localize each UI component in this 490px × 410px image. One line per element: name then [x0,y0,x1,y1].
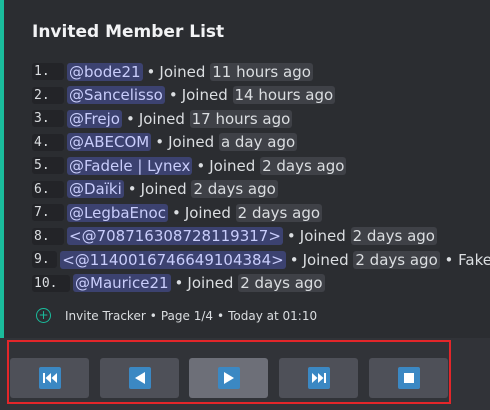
join-timestamp: 2 days ago [350,227,437,246]
separator: • [155,133,165,152]
previous-page-button[interactable] [100,358,179,398]
joined-label: Joined [140,180,187,199]
join-timestamp: a day ago [218,133,298,152]
member-mention[interactable]: @Maurice21 [73,274,171,293]
joined-label: Joined [138,109,185,128]
member-mention[interactable]: @ABECOM [67,133,152,152]
list-item: 5. @Fadele | Lynex • Joined 2 days ago [32,154,490,178]
separator: • [286,227,296,246]
join-timestamp: 2 days ago [353,250,440,269]
next-page-button[interactable] [189,358,268,398]
previous-arrow-icon [128,367,151,389]
separator: • [174,274,184,293]
list-item: 6. @Daïki • Joined 2 days ago [32,178,490,202]
joined-label: Joined [159,62,206,81]
footer-timestamp: Today at 01:10 [228,308,318,323]
list-item: 4. @ABECOM • Joined a day ago [32,131,490,155]
join-timestamp: 2 days ago [191,180,278,199]
invited-member-embed: Invited Member List 1. @bode21 • Joined … [0,0,490,338]
embed-title: Invited Member List [32,22,225,42]
joined-label: Joined [181,86,228,105]
row-number: 1. [32,63,64,81]
plus-circle-icon: + [36,308,51,323]
row-number: 4. [32,133,64,151]
row-number: 8. [32,227,64,245]
member-mention[interactable]: <@1140016746649104384> [60,250,286,269]
join-timestamp: 17 hours ago [189,109,293,128]
footer-page: Page 1/4 [160,308,214,323]
join-timestamp: 11 hours ago [210,62,313,81]
fake-flag: • Fake [444,250,490,269]
joined-label: Joined [302,250,349,269]
member-mention[interactable]: @Sancelisso [67,86,165,105]
separator: • [196,156,206,175]
joined-label: Joined [299,227,346,246]
row-number: 7. [32,204,64,222]
row-number: 9. [32,251,58,269]
embed-footer: + Invite Tracker • Page 1/4 • Today at 0… [36,308,317,323]
footer-separator: • [149,308,157,323]
next-arrow-icon [217,367,240,389]
member-mention[interactable]: <@708716308728119317> [67,227,283,246]
separator: • [168,86,178,105]
list-item: 9. <@1140016746649104384> • Joined 2 day… [32,248,490,272]
joined-label: Joined [184,203,231,222]
last-page-button[interactable] [279,358,358,398]
member-list: 1. @bode21 • Joined 11 hours ago 2. @San… [32,60,490,295]
list-item: 10. @Maurice21 • Joined 2 days ago [32,272,490,296]
joined-label: Joined [187,274,234,293]
join-timestamp: 2 days ago [235,203,323,222]
member-mention[interactable]: @Daïki [67,180,124,199]
separator: • [127,180,137,199]
member-mention[interactable]: @bode21 [67,62,143,81]
list-item: 3. @Frejo • Joined 17 hours ago [32,107,490,131]
stop-button[interactable] [369,358,448,398]
separator: • [146,62,156,81]
footer-separator: • [217,308,225,323]
row-number: 3. [32,110,64,128]
join-timestamp: 2 days ago [238,274,325,293]
row-number: 10. [32,274,70,292]
stop-icon [397,367,420,389]
member-mention[interactable]: @Fadele | Lynex [67,156,193,175]
list-item: 8. <@708716308728119317> • Joined 2 days… [32,225,490,249]
separator: • [125,109,135,128]
list-item: 7. @LegbaEnoc • Joined 2 days ago [32,201,490,225]
row-number: 2. [32,86,64,104]
member-mention[interactable]: @LegbaEnoc [67,203,168,222]
skip-to-start-icon [38,367,61,389]
row-number: 6. [32,180,64,198]
member-mention[interactable]: @Frejo [67,109,122,128]
join-timestamp: 2 days ago [260,156,347,175]
row-number: 5. [32,157,64,175]
footer-bot-name: Invite Tracker [65,308,146,323]
separator: • [289,250,299,269]
list-item: 1. @bode21 • Joined 11 hours ago [32,60,490,84]
joined-label: Joined [209,156,256,175]
join-timestamp: 14 hours ago [232,86,336,105]
separator: • [171,203,181,222]
joined-label: Joined [168,133,215,152]
skip-to-end-icon [307,367,330,389]
first-page-button[interactable] [10,358,89,398]
list-item: 2. @Sancelisso • Joined 14 hours ago [32,84,490,108]
